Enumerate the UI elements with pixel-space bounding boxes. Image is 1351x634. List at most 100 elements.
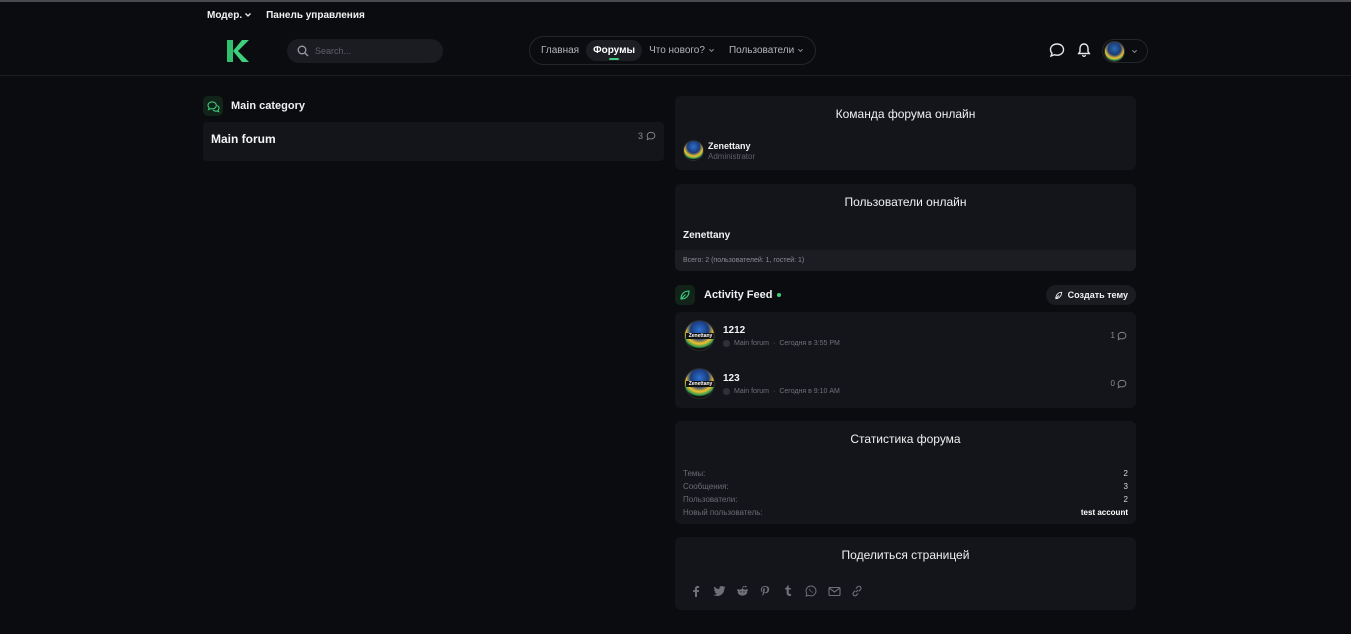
thread-forum[interactable]: Main forum [734,388,769,395]
staff-online-block: Команда форума онлайн Zenettany Administ… [675,96,1136,170]
moder-label: Модер. [207,9,243,21]
separator: · [773,387,776,395]
search-box[interactable] [287,39,443,63]
thread-time: Сегодня в 9:10 AM [779,387,840,395]
create-thread-label: Создать тему [1067,290,1128,300]
staff-username[interactable]: Zenettany [708,141,755,151]
thread-title[interactable]: 123 [723,373,840,384]
online-username[interactable]: Zenettany [683,230,730,241]
search-input[interactable] [315,46,425,56]
avatar[interactable] [684,368,715,399]
comment-icon [1117,379,1127,388]
leaf-icon [675,285,695,305]
window-top-border [0,0,1351,2]
account-menu[interactable] [1102,39,1148,63]
stats-list: Темы: 2 Сообщения: 3 Пользователи: 2 Новый … [683,467,1128,519]
thread-meta: Main forum · Сегодня в 9:10 AM [723,387,840,395]
avatar[interactable] [683,140,704,161]
stat-row: Сообщения: 3 [683,480,1128,493]
thread-forum[interactable]: Main forum [734,340,769,347]
stat-row: Новый пользователь: test account [683,506,1128,519]
live-indicator [777,293,782,297]
stat-label: Пользователи: [683,495,738,504]
forum-title[interactable]: Main forum [211,132,276,146]
bell-icon[interactable] [1076,42,1092,58]
stat-row: Темы: 2 [683,467,1128,480]
stat-value: 3 [1123,482,1128,491]
nav-forums-label: Форумы [593,45,636,56]
pinterest-icon[interactable] [758,584,772,598]
chevron-down-icon [708,48,714,53]
list-item[interactable]: 123 Main forum · Сегодня в 9:10 AM 0 [675,360,1136,407]
users-online-title: Пользователи онлайн [844,195,967,209]
admin-panel-link[interactable]: Панель управления [266,8,365,22]
thread-reply-count: 1 [1111,331,1127,341]
nav-members[interactable]: Пользователи [722,40,811,61]
chevron-down-icon [1131,49,1138,53]
stat-label: Новый пользователь: [683,508,763,517]
forum-stats-block: Статистика форума Темы: 2 Сообщения: 3 Пол… [675,421,1136,524]
comment-icon [646,131,656,141]
search-icon [297,45,309,57]
category-header: Main category [203,96,664,116]
forum-count-value: 3 [637,131,643,141]
whatsapp-icon[interactable] [804,584,818,598]
facebook-icon[interactable] [689,584,703,598]
staff-member[interactable]: Zenettany Administrator [683,140,755,161]
reply-count-value: 1 [1110,331,1115,340]
users-online-block: Пользователи онлайн Zenettany Всего: 2 (… [675,184,1136,271]
list-item[interactable]: 1212 Main forum · Сегодня в 3:55 PM 1 [675,312,1136,359]
forum-stats-title: Статистика форума [850,432,961,446]
stat-label: Темы: [683,469,706,478]
avatar[interactable] [684,320,715,351]
online-totals: Всего: 2 (пользователей: 1, гостей: 1) [675,250,1136,271]
thread-title[interactable]: 1212 [723,325,840,336]
chevron-down-icon [798,48,804,53]
main-nav: Главная Форумы Что нового? Пользователи [529,36,817,65]
forum-message-count: 3 [638,131,656,141]
link-icon[interactable] [850,584,864,598]
staff-role: Administrator [708,151,756,161]
chat-bubbles-icon [203,96,223,116]
nav-home-label: Главная [541,45,580,56]
chat-icon[interactable] [1049,42,1065,58]
stat-value: 2 [1123,469,1128,478]
activity-feed-list: 1212 Main forum · Сегодня в 3:55 PM 1 12… [675,312,1136,408]
nav-home[interactable]: Главная [534,40,586,61]
nav-members-label: Пользователи [728,45,795,56]
twitter-icon[interactable] [712,584,726,598]
thread-meta: Main forum · Сегодня в 3:55 PM [723,339,840,347]
pen-icon [1054,291,1062,299]
logo-icon[interactable] [224,38,250,64]
create-thread-button[interactable]: Создать тему [1045,285,1136,305]
email-icon[interactable] [827,584,841,598]
separator: · [773,339,776,347]
forum-dot-icon [723,339,730,347]
avatar [1104,40,1125,62]
share-block: Поделиться страницей [675,537,1136,610]
nav-whats-new[interactable]: Что нового? [642,40,722,61]
thread-reply-count: 0 [1111,379,1127,389]
stat-label: Сообщения: [683,482,729,491]
reply-count-value: 0 [1110,379,1115,388]
tumblr-icon[interactable] [781,584,795,598]
chevron-down-icon [245,13,252,17]
activity-feed-title: Activity Feed [704,289,773,301]
stat-value: 2 [1123,495,1128,504]
forum-list: Main category Main forum 3 [203,96,664,161]
comment-icon [1117,331,1127,340]
nav-forums[interactable]: Форумы [586,40,643,61]
newest-member-link[interactable]: test account [1081,506,1128,519]
category-title[interactable]: Main category [231,100,305,112]
activity-feed-header: Activity Feed Создать тему [675,285,1136,305]
header-divider [0,75,1351,76]
forum-row[interactable]: Main forum 3 [203,122,664,161]
reddit-icon[interactable] [735,584,749,598]
forum-dot-icon [723,387,730,395]
staff-bar: Модер. Панель управления [207,8,365,22]
share-buttons [689,584,864,598]
moder-menu[interactable]: Модер. [207,8,252,22]
stat-row: Пользователи: 2 [683,493,1128,506]
share-title: Поделиться страницей [841,548,970,562]
thread-time: Сегодня в 3:55 PM [779,339,840,347]
